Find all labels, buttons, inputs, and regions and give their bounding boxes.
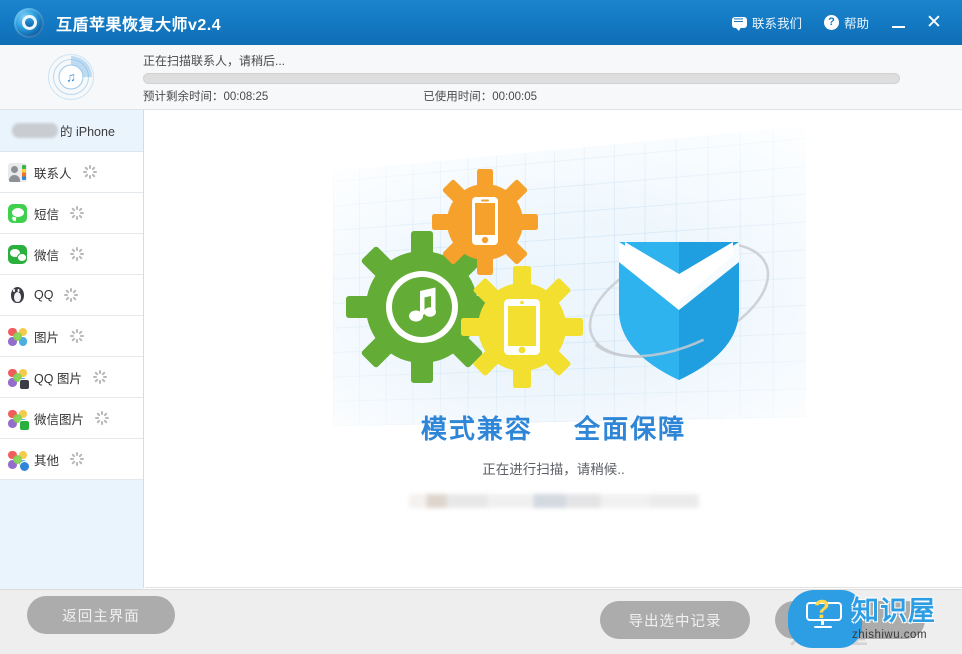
sidebar-item-qq-photos[interactable]: QQ 图片 bbox=[0, 357, 143, 398]
yellow-gear-ipad-icon bbox=[460, 266, 583, 388]
orange-gear-iphone-icon bbox=[431, 169, 538, 275]
sidebar-item-label: 联系人 bbox=[34, 166, 72, 181]
loading-spinner-icon bbox=[70, 247, 85, 261]
sidebar-item-label: 短信 bbox=[34, 207, 60, 222]
sidebar-item-label: 其他 bbox=[34, 453, 60, 468]
sidebar-item-sms[interactable]: 短信 bbox=[0, 193, 143, 234]
wechat-icon bbox=[8, 244, 27, 264]
remaining-time-label: 预计剩余时间：00:08:25 bbox=[143, 90, 269, 103]
qq-photos-icon bbox=[8, 368, 30, 390]
sidebar-item-qq[interactable]: QQ bbox=[0, 275, 143, 316]
scan-progress-bar bbox=[143, 72, 900, 84]
help-button[interactable]: ? 帮助 bbox=[813, 0, 880, 45]
contacts-icon bbox=[8, 162, 27, 182]
loading-spinner-icon bbox=[64, 288, 79, 302]
hero-text-left: 模式兼容 bbox=[420, 414, 533, 444]
hero-text-right: 全面保障 bbox=[574, 414, 687, 444]
contact-us-button[interactable]: 联系我们 bbox=[721, 0, 813, 45]
sidebar-item-photos[interactable]: 图片 bbox=[0, 316, 143, 357]
sidebar-item-wechat-photos[interactable]: 微信图片 bbox=[0, 398, 143, 439]
other-photos-icon bbox=[8, 450, 30, 472]
device-name-row[interactable]: 的 iPhone bbox=[0, 110, 143, 152]
loading-spinner-icon bbox=[70, 329, 85, 343]
minimize-button[interactable] bbox=[880, 0, 916, 45]
progress-area: 正在扫描联系人，请稍后... 预计剩余时间：00:08:25 已使用时间：00:… bbox=[143, 45, 905, 110]
scanning-message: 正在进行扫描，请稍候.. bbox=[482, 462, 625, 477]
sidebar-item-wechat[interactable]: 微信 bbox=[0, 234, 143, 275]
sidebar-item-other[interactable]: 其他 bbox=[0, 439, 143, 480]
illustration-svg bbox=[345, 169, 769, 388]
sidebar: 的 iPhone 联系人 短信 微信 QQ 图片 QQ 图片 微信图片 其他 bbox=[0, 110, 144, 654]
back-to-main-button[interactable]: 返回主界面 bbox=[27, 596, 175, 634]
chat-bubble-icon bbox=[731, 17, 747, 31]
loading-spinner-icon bbox=[82, 165, 97, 179]
sidebar-item-label: 微信 bbox=[34, 248, 60, 263]
title-bar-actions: 联系我们 ? 帮助 ✕ bbox=[721, 0, 962, 45]
loading-spinner-icon bbox=[92, 370, 107, 384]
gears-and-shield-illustration: 模式兼容 全面保障 bbox=[304, 126, 806, 452]
close-button[interactable]: ✕ bbox=[916, 0, 952, 45]
help-label: 帮助 bbox=[843, 17, 869, 31]
time-info: 预计剩余时间：00:08:25 已使用时间：00:00:05 bbox=[143, 88, 905, 104]
loading-spinner-icon bbox=[70, 452, 85, 466]
sidebar-item-label: QQ bbox=[34, 288, 54, 302]
elapsed-time-label: 已使用时间：00:00:05 bbox=[423, 90, 538, 103]
question-circle-icon: ? bbox=[823, 15, 839, 30]
export-records-button[interactable]: 导出选中记录 bbox=[600, 601, 750, 639]
shield-circle-logo-icon bbox=[14, 7, 44, 38]
redacted-text-line bbox=[408, 494, 699, 508]
app-window: 互盾苹果恢复大师v2.4 联系我们 ? 帮助 ✕ ♫ 正在扫描联系人，请稍后..… bbox=[0, 0, 962, 654]
minimize-icon bbox=[891, 25, 905, 28]
app-logo bbox=[6, 0, 52, 45]
sidebar-item-label: 图片 bbox=[34, 330, 60, 345]
app-title: 互盾苹果恢复大师v2.4 bbox=[56, 16, 222, 34]
sidebar-item-contacts[interactable]: 联系人 bbox=[0, 152, 143, 193]
scan-status-text: 正在扫描联系人，请稍后... bbox=[143, 53, 286, 68]
device-name-redacted bbox=[12, 123, 58, 138]
hero-tagline: 模式兼容 全面保障 bbox=[304, 409, 804, 446]
sidebar-item-label: 微信图片 bbox=[34, 412, 85, 427]
radar-scan-music-icon: ♫ bbox=[48, 54, 94, 100]
photos-icon bbox=[8, 327, 27, 346]
watermark-ghost-text: 知识屋 bbox=[790, 619, 869, 649]
contact-us-label: 联系我们 bbox=[751, 17, 802, 31]
device-name-suffix: 的 iPhone bbox=[60, 125, 115, 139]
wechat-photos-icon bbox=[8, 409, 30, 431]
loading-spinner-icon bbox=[95, 411, 110, 425]
close-icon: ✕ bbox=[926, 12, 942, 33]
sidebar-item-label: QQ 图片 bbox=[34, 371, 82, 386]
blue-shield-icon bbox=[618, 242, 739, 380]
qq-penguin-icon bbox=[8, 286, 27, 305]
main-content: 模式兼容 全面保障 正在进行扫描，请稍候.. bbox=[145, 110, 962, 588]
messages-icon bbox=[8, 203, 27, 223]
loading-spinner-icon bbox=[70, 206, 85, 220]
title-bar: 互盾苹果恢复大师v2.4 联系我们 ? 帮助 ✕ bbox=[0, 0, 962, 45]
